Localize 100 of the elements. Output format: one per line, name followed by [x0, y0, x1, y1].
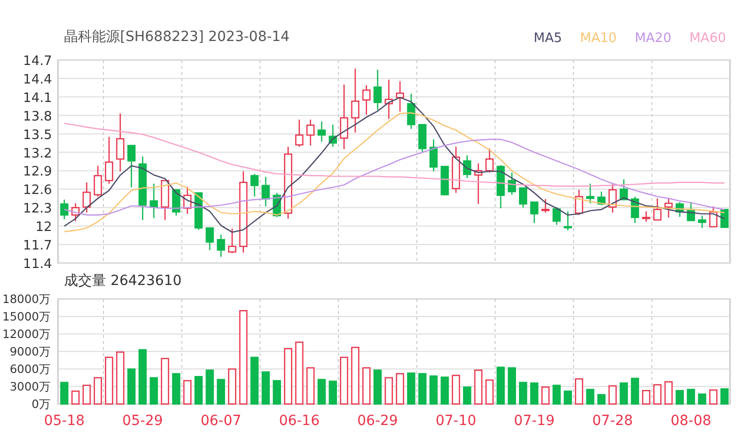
volume-bar [250, 356, 259, 405]
date-axis-label: 07-10 [436, 413, 476, 429]
volume-bar [597, 394, 606, 405]
volume-bar [272, 380, 282, 405]
candlestick [552, 207, 561, 225]
candlestick [574, 190, 584, 216]
price-axis-label: 14.4 [23, 72, 52, 88]
volume-bar [574, 378, 584, 405]
candlestick [150, 184, 158, 218]
price-axis-label: 12.3 [23, 202, 52, 217]
volume-bar [104, 356, 114, 405]
volume-axis-label: 18000万 [2, 292, 51, 306]
candlestick [564, 211, 572, 230]
volume-bar [496, 366, 505, 405]
candlestick [295, 120, 304, 147]
candlestick [104, 136, 114, 184]
volume-axis-label: 15000万 [2, 310, 51, 324]
volume-bar [396, 373, 404, 405]
volume-bar [686, 388, 696, 405]
volume-bar [698, 393, 706, 405]
candlestick [396, 82, 404, 112]
volume-bar [564, 390, 572, 405]
candlestick [328, 124, 337, 147]
candlestick [183, 186, 192, 214]
volume-bar [508, 367, 516, 405]
volume-bar [541, 386, 550, 405]
volume-bar [172, 373, 180, 405]
volume-bar [374, 370, 382, 405]
volume-bar [138, 349, 147, 405]
volume-bar [351, 346, 360, 405]
candlestick [127, 144, 136, 188]
volume-axis-label: 6000万 [10, 362, 51, 376]
volume-bar [407, 372, 416, 405]
candlestick [496, 165, 505, 208]
volume-bar [116, 351, 124, 405]
price-axis-label: 12.9 [23, 164, 52, 180]
volume-bar [94, 377, 102, 405]
price-axis-label: 11.7 [23, 238, 52, 254]
candlestick [306, 120, 315, 146]
volume-bar [318, 378, 326, 405]
candlestick [485, 148, 494, 173]
candlestick [463, 155, 472, 178]
candlestick [597, 192, 606, 206]
date-axis-label: 06-29 [357, 413, 398, 429]
candlestick [541, 199, 550, 213]
candlestick [608, 183, 617, 213]
volume-bar [429, 375, 438, 405]
candlestick [586, 184, 594, 204]
volume-bar [653, 384, 662, 405]
volume-axis-label: 9000万 [10, 344, 51, 358]
date-axis-label: 05-29 [122, 413, 163, 429]
volume-bar [452, 374, 460, 405]
chart-title: 晶科能源[SH688223] 2023-08-14 [64, 28, 290, 46]
candlestick [630, 196, 640, 224]
volume-axis-label: 12000万 [2, 327, 51, 341]
candlestick [452, 146, 460, 193]
price-axis-label: 13.2 [23, 146, 52, 162]
price-axis-label: 13.5 [23, 128, 52, 143]
price-axis-label: 12.6 [23, 183, 52, 198]
volume-bar [284, 348, 292, 405]
candlestick [138, 156, 147, 220]
legend-item: MA5 [534, 31, 562, 46]
volume-bar [71, 390, 80, 405]
date-axis-label: 05-18 [44, 413, 85, 429]
date-axis-label: 08-08 [670, 413, 712, 429]
candlestick [508, 172, 516, 195]
candlestick [160, 180, 170, 220]
volume-bar [328, 380, 337, 405]
volume-bar [620, 382, 628, 405]
candlestick [418, 124, 426, 152]
price-axis-label: 12 [35, 220, 52, 236]
volume-axis-label: 3000万 [10, 380, 51, 394]
candlestick [519, 187, 528, 208]
candlestick [351, 68, 360, 133]
candlestick [216, 234, 226, 257]
date-axis-label: 07-19 [514, 413, 555, 429]
candlestick [116, 114, 124, 172]
volume-bar [194, 376, 203, 405]
volume-bar [676, 390, 684, 405]
volume-bar [642, 390, 650, 405]
candlestick [318, 122, 326, 142]
candlestick [407, 94, 416, 129]
date-axis-label: 06-16 [278, 413, 320, 429]
candlestick [686, 202, 696, 222]
candlestick [228, 228, 236, 254]
volume-title: 成交量 26423610 [64, 272, 182, 290]
candlestick [429, 139, 438, 172]
volume-bar [418, 373, 426, 405]
volume-bar [82, 384, 91, 405]
price-axis-label: 14.7 [23, 54, 52, 69]
candlestick [440, 166, 449, 196]
candlestick [206, 227, 214, 250]
volume-bar [150, 377, 158, 405]
volume-bar [608, 385, 617, 405]
volume-bar [463, 386, 472, 405]
candlestick [620, 179, 628, 200]
price-axis-label: 14.1 [23, 90, 52, 106]
legend-item: MA20 [634, 31, 672, 46]
candlestick [664, 199, 673, 218]
volume-bar [709, 389, 718, 405]
